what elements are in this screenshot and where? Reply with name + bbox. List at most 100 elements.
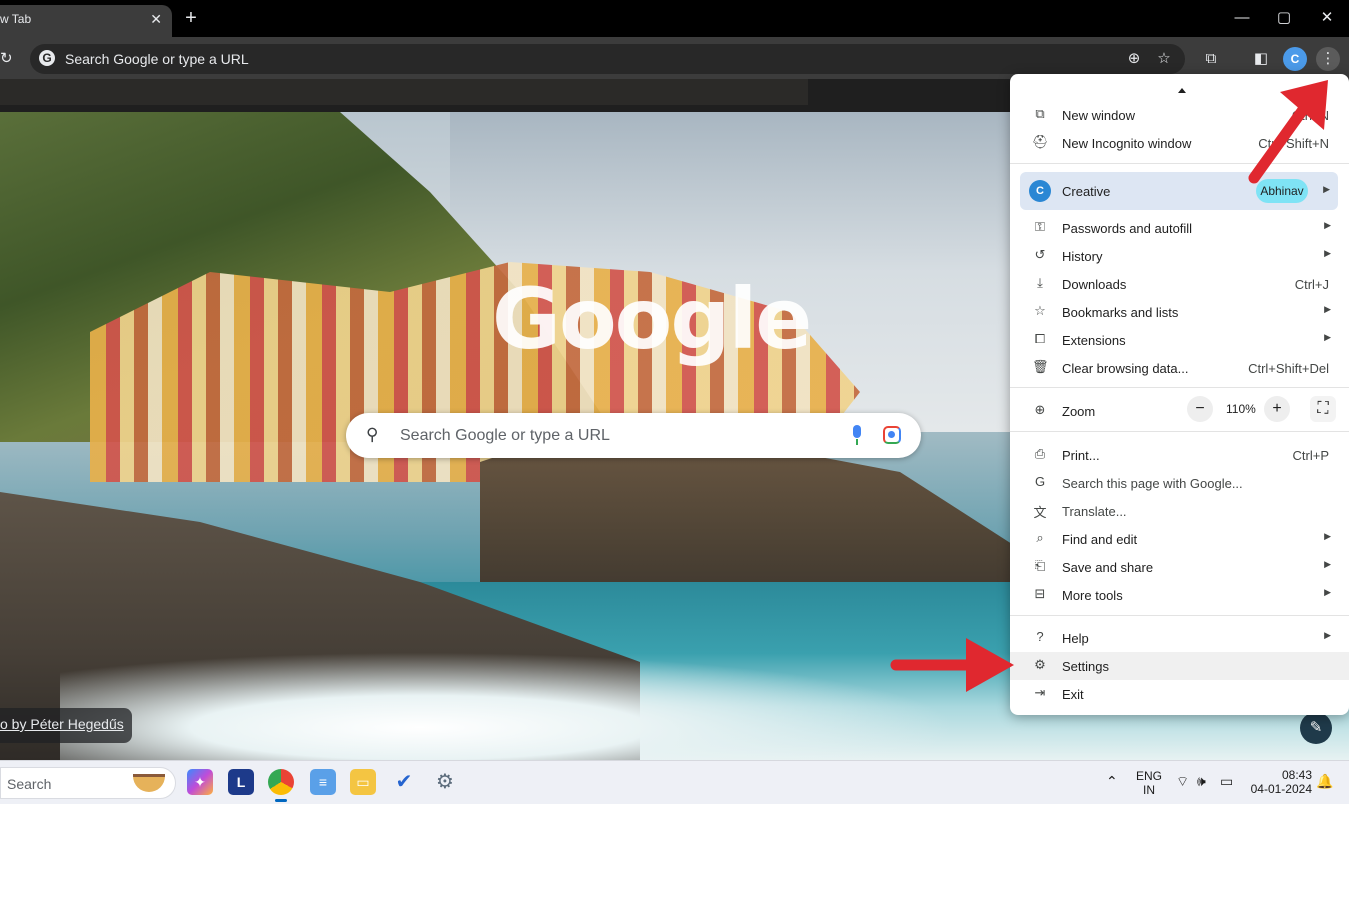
zoom-in-button[interactable]: +: [1264, 396, 1290, 422]
minimize-icon[interactable]: —: [1222, 6, 1262, 30]
reload-icon[interactable]: ↻: [0, 49, 13, 67]
menu-item-help[interactable]: ? Help ▶: [1010, 624, 1349, 652]
new-window-icon: ⧉: [1035, 106, 1045, 121]
notification-bell-icon[interactable]: 🔔: [1316, 773, 1333, 790]
clock[interactable]: 08:43 04-01-2024: [1248, 768, 1312, 796]
menu-divider: [1010, 615, 1349, 616]
annotation-arrow-menu: [1248, 80, 1328, 184]
menu-item-settings[interactable]: ⚙ Settings: [1010, 652, 1349, 680]
google-lens-icon[interactable]: [883, 426, 901, 444]
taskbar-search[interactable]: Search: [0, 767, 176, 799]
menu-item-search-page[interactable]: G Search this page with Google...: [1010, 469, 1349, 497]
menu-item-more-tools[interactable]: ⊟ More tools ▶: [1010, 581, 1349, 609]
window-close-icon[interactable]: ✕: [1307, 6, 1347, 30]
search-highlight-icon: [133, 774, 165, 792]
chevron-right-icon: ▶: [1324, 248, 1331, 258]
puzzle-icon: ⧠: [1034, 331, 1046, 346]
notepad-icon[interactable]: ≡: [310, 769, 336, 795]
search-icon: ⚲: [366, 425, 379, 444]
menu-item-downloads[interactable]: ⤓ Downloads Ctrl+J: [1010, 270, 1349, 298]
fullscreen-icon[interactable]: ⛶: [1310, 396, 1336, 422]
menu-item-save-and-share[interactable]: ⎗ Save and share ▶: [1010, 553, 1349, 581]
ntp-search-box[interactable]: ⚲ Search Google or type a URL: [346, 413, 921, 458]
maximize-icon[interactable]: ▢: [1264, 6, 1304, 30]
extensions-icon[interactable]: ⧉: [1199, 47, 1223, 71]
menu-item-find-and-edit[interactable]: ⌕ Find and edit ▶: [1010, 525, 1349, 553]
find-icon: ⌕: [1036, 530, 1044, 545]
clock-date: 04-01-2024: [1250, 782, 1312, 796]
google-g-icon: G: [1034, 474, 1046, 489]
chevron-right-icon: ▶: [1324, 559, 1331, 569]
profile-icon[interactable]: C: [1283, 47, 1307, 71]
taskbar-search-label: Search: [7, 776, 52, 792]
omnibox[interactable]: G Search Google or type a URL: [30, 44, 1185, 74]
toolbar: ↻ G Search Google or type a URL ⊕ ☆ ⧉ ◧ …: [0, 37, 1349, 79]
magnifier-icon: ⊕: [1034, 402, 1046, 417]
chevron-right-icon: ▶: [1324, 220, 1331, 230]
save-share-icon: ⎗: [1034, 558, 1046, 573]
microphone-icon[interactable]: [851, 425, 863, 445]
menu-item-translate[interactable]: 文 Translate...: [1010, 497, 1349, 525]
taskbar: Search ✦ L ≡ ▭ ✔ ⚙ ⌃ ENG IN ⌔ 🕪 ▭ 08:43 …: [0, 760, 1349, 804]
tab-new-tab[interactable]: w Tab ✕: [0, 5, 172, 37]
wifi-icon[interactable]: ⌔: [1176, 773, 1189, 791]
google-logo: Google: [492, 270, 812, 368]
zoom-icon[interactable]: ⊕: [1122, 47, 1146, 71]
chrome-icon[interactable]: [268, 769, 294, 795]
clock-time: 08:43: [1281, 768, 1312, 782]
active-app-indicator: [275, 799, 287, 802]
chevron-up-icon[interactable]: ⌃: [1106, 773, 1118, 790]
exit-icon: ⇥: [1034, 685, 1046, 700]
menu-item-exit[interactable]: ⇥ Exit: [1010, 680, 1349, 708]
zoom-level: 110%: [1226, 402, 1256, 416]
translate-icon: 文: [1033, 505, 1047, 520]
chevron-right-icon: ▶: [1324, 630, 1331, 640]
omnibox-placeholder: Search Google or type a URL: [65, 51, 249, 67]
volume-icon[interactable]: 🕪: [1197, 773, 1206, 790]
menu-item-extensions[interactable]: ⧠ Extensions ▶: [1010, 326, 1349, 354]
customize-pencil-icon[interactable]: ✎: [1300, 712, 1332, 744]
toolbox-icon: ⊟: [1034, 586, 1046, 601]
close-icon[interactable]: ✕: [150, 5, 162, 33]
tab-strip: w Tab ✕ + — ▢ ✕: [0, 0, 1349, 37]
settings-app-icon[interactable]: ⚙: [432, 769, 458, 795]
ntp-search-placeholder: Search Google or type a URL: [400, 427, 610, 444]
google-g-icon: G: [39, 50, 55, 66]
menu-icon[interactable]: ⋮: [1316, 47, 1340, 71]
side-panel-icon[interactable]: ◧: [1249, 47, 1273, 71]
menu-item-bookmarks[interactable]: ☆ Bookmarks and lists ▶: [1010, 298, 1349, 326]
menu-divider: [1010, 387, 1349, 388]
chevron-right-icon: ▶: [1324, 332, 1331, 342]
history-icon: ↺: [1034, 247, 1046, 262]
menu-divider: [1010, 431, 1349, 432]
menu-item-zoom: ⊕ Zoom: [1010, 397, 1349, 425]
star-icon[interactable]: ☆: [1152, 47, 1176, 71]
chevron-right-icon: ▶: [1324, 531, 1331, 541]
file-explorer-icon[interactable]: ▭: [350, 769, 376, 795]
photo-foam: [60, 652, 960, 760]
todo-icon[interactable]: ✔: [391, 769, 417, 795]
battery-icon[interactable]: ▭: [1220, 773, 1233, 790]
bookmark-bar-area: [0, 79, 808, 105]
annotation-arrow-settings: [890, 638, 1014, 692]
profile-avatar-icon: C: [1029, 180, 1051, 202]
menu-caret-icon: [1178, 88, 1186, 93]
incognito-icon: ⛑: [1032, 134, 1049, 149]
star-icon: ☆: [1034, 303, 1046, 318]
menu-item-print[interactable]: ⎙ Print... Ctrl+P: [1010, 441, 1349, 469]
new-tab-button[interactable]: +: [180, 7, 202, 29]
zoom-out-button[interactable]: −: [1187, 396, 1213, 422]
region-code: IN: [1143, 783, 1155, 797]
chevron-right-icon: ▶: [1324, 304, 1331, 314]
photo-credit-link[interactable]: o by Péter Hegedűs: [0, 708, 132, 743]
tab-title: w Tab: [0, 12, 32, 26]
screen: w Tab ✕ + — ▢ ✕ ↻ G Search Google or typ…: [0, 0, 1349, 804]
menu-item-history[interactable]: ↺ History ▶: [1010, 242, 1349, 270]
key-icon: ⚿: [1035, 219, 1045, 234]
l-app-icon[interactable]: L: [228, 769, 254, 795]
menu-item-clear-browsing-data[interactable]: 🗑 Clear browsing data... Ctrl+Shift+Del: [1010, 354, 1349, 382]
printer-icon: ⎙: [1034, 446, 1046, 461]
language-indicator[interactable]: ENG IN: [1136, 769, 1162, 797]
copilot-icon[interactable]: ✦: [187, 769, 213, 795]
menu-item-passwords[interactable]: ⚿ Passwords and autofill ▶: [1010, 214, 1349, 242]
